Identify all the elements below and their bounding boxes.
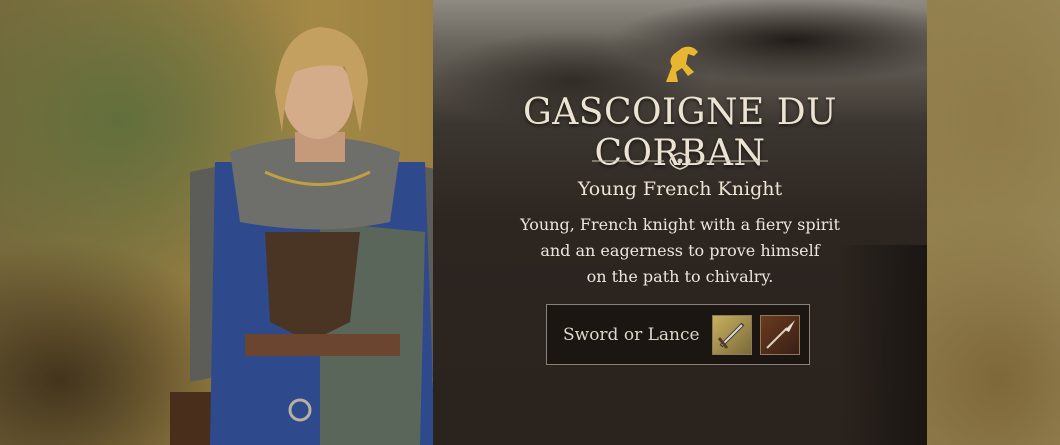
knight-character-portrait [170, 27, 470, 445]
sword-icon[interactable] [712, 315, 752, 355]
horse-emblem-icon [666, 46, 698, 82]
description-line: Young, French knight with a fiery spirit [520, 215, 840, 234]
weapon-label: Sword or Lance [563, 325, 700, 345]
ornament-divider-icon [592, 152, 768, 170]
weapon-loadout-box: Sword or Lance [546, 304, 810, 365]
description-line: and an eagerness to prove himself [540, 241, 820, 260]
lance-icon[interactable] [760, 315, 800, 355]
description-line: on the path to chivalry. [586, 267, 774, 286]
character-subtitle: Young French Knight [577, 178, 783, 200]
character-description: Young, French knight with a fiery spirit… [478, 212, 882, 290]
